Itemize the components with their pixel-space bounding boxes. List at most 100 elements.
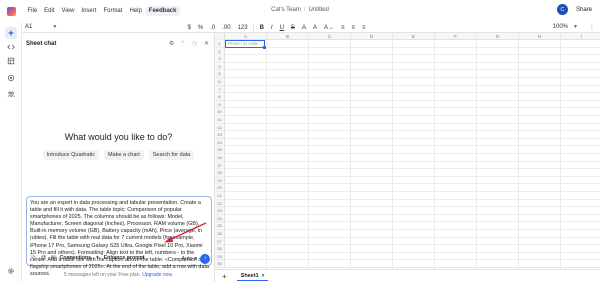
underline-button[interactable]: U	[276, 25, 287, 31]
row-header[interactable]: 6	[215, 78, 225, 86]
row-header[interactable]: 18	[215, 169, 225, 177]
row-header[interactable]: 28	[215, 245, 225, 253]
suggestion-make-chart[interactable]: Make a chart	[103, 150, 144, 160]
cell-reference[interactable]: A1 ▼	[22, 24, 82, 30]
row-header[interactable]: 25	[215, 222, 225, 230]
grid-corner[interactable]	[215, 33, 225, 40]
bold-button[interactable]: B	[256, 25, 267, 31]
row-header[interactable]: 17	[215, 161, 225, 170]
app-logo[interactable]	[0, 0, 22, 22]
fill-color-button[interactable]: A	[309, 25, 320, 31]
menu-edit[interactable]: Edit	[41, 6, 58, 16]
row-header[interactable]: 23	[215, 207, 225, 215]
align-center-button[interactable]: ≡	[348, 25, 359, 31]
row-header[interactable]: 11	[215, 116, 225, 124]
spreadsheet-grid[interactable]: A B C D E F G H I 1 2 3 4 5 6 7 8 9 10 11 12 13 14 15 16 17 18 19 20…	[215, 33, 600, 269]
row-header[interactable]: 27	[215, 237, 225, 246]
text-wrap-button[interactable]: A→	[320, 25, 337, 31]
column-header[interactable]: F	[435, 33, 477, 40]
fill-handle[interactable]	[263, 46, 266, 49]
zoom-level[interactable]: 100%	[553, 24, 568, 30]
column-header[interactable]: H	[519, 33, 561, 40]
row-header[interactable]: 15	[215, 146, 225, 154]
row-header[interactable]: 7	[215, 85, 225, 94]
row-header[interactable]: 9	[215, 100, 225, 109]
align-right-button[interactable]: ≡	[359, 25, 370, 31]
add-sheet-button[interactable]: +	[222, 272, 227, 281]
row-header[interactable]: 8	[215, 93, 225, 101]
suggestion-introduce[interactable]: Introduce Quadratic	[42, 150, 99, 160]
menu-feedback[interactable]: Feedback	[145, 6, 180, 16]
menu-view[interactable]: View	[58, 6, 78, 16]
row-header[interactable]: 20	[215, 184, 225, 192]
chat-input[interactable]: You are an expert in data processing and…	[26, 196, 212, 277]
column-header[interactable]: I	[561, 33, 600, 40]
model-select[interactable]: Auto ▾	[181, 256, 197, 262]
row-header[interactable]: 16	[215, 154, 225, 162]
database-icon[interactable]: ▤	[50, 255, 55, 261]
align-left-button[interactable]: ≡	[337, 25, 348, 31]
increase-decimals-button[interactable]: .00	[219, 25, 234, 31]
chat-input-text[interactable]: You are an expert in data processing and…	[30, 200, 210, 278]
column-header[interactable]: B	[267, 33, 309, 40]
row-header[interactable]: 26	[215, 230, 225, 238]
menu-help[interactable]: Help	[126, 6, 145, 16]
row-header[interactable]: 30	[215, 260, 225, 268]
more-icon[interactable]: ⋮	[589, 24, 595, 31]
suggestion-search-data[interactable]: Search for data	[148, 150, 195, 160]
new-chat-icon[interactable]: +	[181, 40, 185, 47]
connections-button[interactable]: Connections	[60, 255, 91, 261]
avatar[interactable]: C	[556, 4, 568, 15]
column-header[interactable]: C	[309, 33, 351, 40]
zoom-chevron-icon[interactable]: ▼	[573, 24, 578, 30]
file-name[interactable]: Untitled	[309, 7, 329, 13]
connections-icon[interactable]	[5, 72, 17, 84]
row-header[interactable]: 10	[215, 108, 225, 116]
menu-format[interactable]: Format	[100, 6, 126, 16]
column-header[interactable]: G	[477, 33, 519, 40]
table-icon[interactable]	[5, 55, 17, 67]
row-header[interactable]: 14	[215, 138, 225, 147]
share-button[interactable]: Share	[576, 7, 592, 13]
menu-insert[interactable]: Insert	[78, 6, 100, 16]
row-header[interactable]: 21	[215, 192, 225, 200]
currency-button[interactable]: $	[184, 25, 194, 31]
attach-icon[interactable]: 📎	[30, 255, 37, 261]
row-header[interactable]: 12	[215, 123, 225, 132]
code-icon[interactable]	[5, 41, 17, 53]
row-header[interactable]: 13	[215, 131, 225, 139]
italic-button[interactable]: I	[267, 25, 276, 31]
mention-icon[interactable]: @	[41, 255, 47, 261]
team-icon[interactable]	[5, 88, 17, 100]
number-format-button[interactable]: 123	[234, 25, 251, 31]
team-name[interactable]: Cat's Team	[271, 7, 301, 13]
percent-button[interactable]: %	[194, 25, 206, 31]
row-header[interactable]: 1	[215, 40, 225, 48]
send-button[interactable]: ↑	[200, 254, 210, 264]
menu-file[interactable]: File	[24, 6, 41, 16]
strikethrough-button[interactable]: S	[287, 25, 298, 31]
column-header[interactable]: D	[351, 33, 393, 40]
row-header[interactable]: 3	[215, 55, 225, 63]
enhance-prompt-button[interactable]: Enhance prompt	[104, 255, 145, 261]
column-header[interactable]: A	[225, 33, 267, 40]
ai-chat-icon[interactable]	[5, 27, 17, 39]
sheet-tab[interactable]: Sheet1 ▾	[236, 272, 269, 281]
gear-icon[interactable]: ⚙	[169, 40, 174, 47]
row-header[interactable]: 19	[215, 176, 225, 185]
row-header[interactable]: 29	[215, 252, 225, 261]
decrease-decimals-button[interactable]: .0	[207, 25, 219, 31]
selected-cell[interactable]: Press / to code	[225, 40, 265, 48]
history-icon[interactable]: ◷	[192, 40, 197, 47]
row-header[interactable]: 4	[215, 62, 225, 71]
upgrade-link[interactable]: Upgrade now.	[142, 272, 173, 278]
row-header[interactable]: 22	[215, 199, 225, 208]
row-header[interactable]: 24	[215, 214, 225, 223]
text-color-button[interactable]: A	[298, 25, 309, 31]
magic-wand-icon[interactable]: ✦	[95, 255, 100, 261]
settings-icon[interactable]	[5, 265, 17, 277]
row-header[interactable]: 5	[215, 70, 225, 78]
row-header[interactable]: 2	[215, 47, 225, 56]
column-header[interactable]: E	[393, 33, 435, 40]
close-icon[interactable]: ✕	[204, 40, 209, 47]
